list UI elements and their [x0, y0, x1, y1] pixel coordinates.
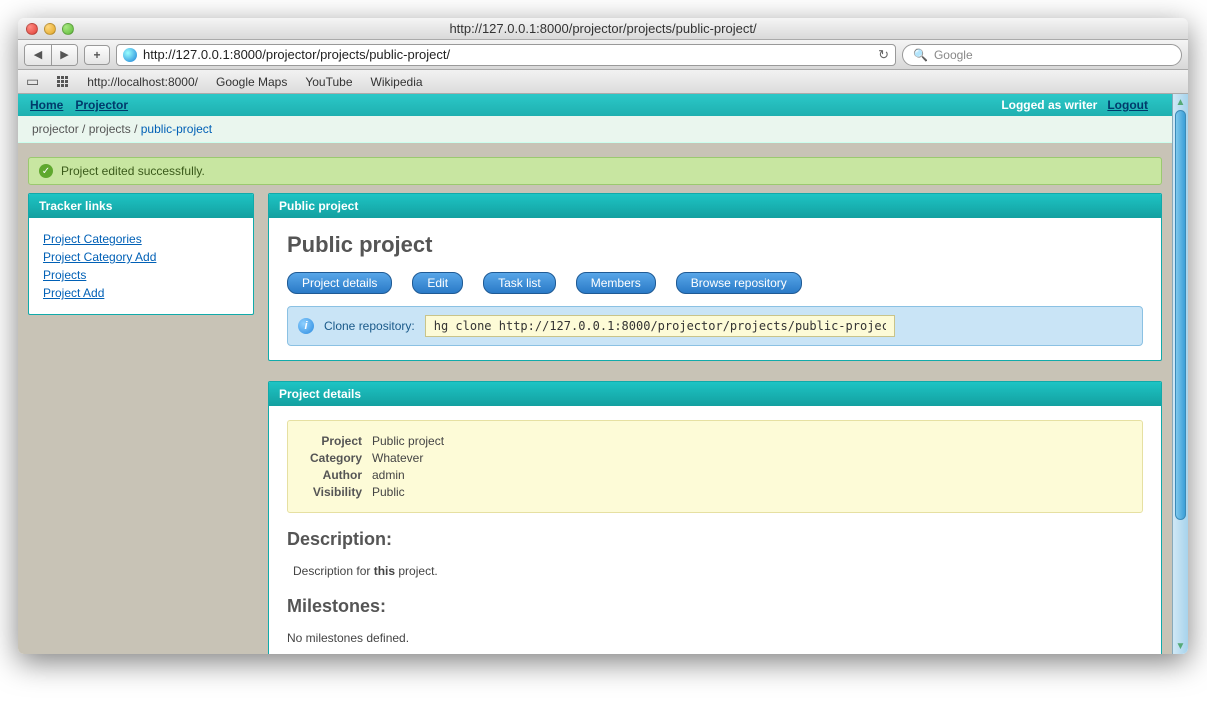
- description-heading: Description:: [287, 529, 1143, 550]
- details-panel-title: Project details: [269, 382, 1161, 406]
- scroll-thumb[interactable]: [1175, 110, 1186, 520]
- action-row: Project details Edit Task list Members B…: [287, 272, 1143, 294]
- page-content: Home Projector Logged as writer Logout p…: [18, 94, 1172, 654]
- breadcrumb: projector / projects / public-project: [18, 116, 1172, 143]
- detail-row: Project Public project: [302, 434, 1128, 448]
- check-icon: ✓: [39, 164, 53, 178]
- logged-as-label: Logged as writer: [1001, 98, 1097, 112]
- sidebar-link[interactable]: Projects: [43, 268, 239, 282]
- globe-icon: [123, 48, 137, 62]
- reload-icon[interactable]: ↻: [878, 47, 889, 63]
- nav-home[interactable]: Home: [30, 98, 63, 112]
- book-icon[interactable]: ▭: [26, 73, 39, 90]
- project-heading: Public project: [287, 232, 1143, 258]
- breadcrumb-current[interactable]: public-project: [141, 122, 212, 136]
- project-panel-title: Public project: [269, 194, 1161, 218]
- bookmark-item[interactable]: Google Maps: [216, 75, 287, 89]
- detail-label: Author: [302, 468, 362, 482]
- sidebar-link[interactable]: Project Category Add: [43, 250, 239, 264]
- breadcrumb-seg: projects: [89, 122, 131, 136]
- project-details-button[interactable]: Project details: [287, 272, 392, 294]
- detail-value: Public project: [372, 434, 444, 448]
- browser-window: http://127.0.0.1:8000/projector/projects…: [18, 18, 1188, 654]
- sidebar-link[interactable]: Project Categories: [43, 232, 239, 246]
- back-button[interactable]: ◀: [25, 45, 51, 65]
- sidebar-link[interactable]: Project Add: [43, 286, 239, 300]
- project-panel: Public project Public project Project de…: [268, 193, 1162, 361]
- clone-label: Clone repository:: [324, 319, 415, 333]
- details-box: Project Public project Category Whatever…: [287, 420, 1143, 513]
- add-bookmark-button[interactable]: +: [84, 45, 110, 65]
- traffic-lights: [26, 23, 74, 35]
- vertical-scrollbar[interactable]: ▲ ▼: [1172, 94, 1188, 654]
- app-topnav: Home Projector Logged as writer Logout: [18, 94, 1172, 116]
- info-icon: i: [298, 318, 314, 334]
- zoom-icon[interactable]: [62, 23, 74, 35]
- detail-label: Project: [302, 434, 362, 448]
- details-panel: Project details Project Public project C…: [268, 381, 1162, 654]
- no-milestones-text: No milestones defined.: [287, 631, 1143, 645]
- detail-value: admin: [372, 468, 405, 482]
- nav-buttons: ◀ ▶: [24, 44, 78, 66]
- bookmark-item[interactable]: YouTube: [305, 75, 352, 89]
- flash-message: ✓ Project edited successfully.: [28, 157, 1162, 185]
- search-icon: 🔍: [913, 48, 928, 62]
- detail-value: Public: [372, 485, 405, 499]
- clone-box: i Clone repository:: [287, 306, 1143, 346]
- milestones-heading: Milestones:: [287, 596, 1143, 617]
- window-title: http://127.0.0.1:8000/projector/projects…: [26, 21, 1180, 36]
- bookmark-item[interactable]: http://localhost:8000/: [87, 75, 198, 89]
- search-placeholder: Google: [934, 48, 973, 62]
- topsites-icon[interactable]: [57, 76, 69, 88]
- close-icon[interactable]: [26, 23, 38, 35]
- titlebar: http://127.0.0.1:8000/projector/projects…: [18, 18, 1188, 40]
- members-button[interactable]: Members: [576, 272, 656, 294]
- minimize-icon[interactable]: [44, 23, 56, 35]
- scroll-down-icon[interactable]: ▼: [1173, 638, 1188, 654]
- url-text: http://127.0.0.1:8000/projector/projects…: [143, 47, 450, 62]
- url-bar[interactable]: http://127.0.0.1:8000/projector/projects…: [116, 44, 896, 66]
- detail-row: Visibility Public: [302, 485, 1128, 499]
- edit-button[interactable]: Edit: [412, 272, 463, 294]
- detail-label: Visibility: [302, 485, 362, 499]
- detail-value: Whatever: [372, 451, 423, 465]
- description-text: Description for this project.: [287, 564, 1143, 578]
- flash-text: Project edited successfully.: [61, 164, 205, 178]
- forward-button[interactable]: ▶: [51, 45, 77, 65]
- browser-toolbar: ◀ ▶ + http://127.0.0.1:8000/projector/pr…: [18, 40, 1188, 70]
- bookmark-item[interactable]: Wikipedia: [371, 75, 423, 89]
- search-bar[interactable]: 🔍 Google: [902, 44, 1182, 66]
- detail-row: Category Whatever: [302, 451, 1128, 465]
- browse-repository-button[interactable]: Browse repository: [676, 272, 802, 294]
- nav-projector[interactable]: Projector: [75, 98, 128, 112]
- bookmarks-bar: ▭ http://localhost:8000/ Google Maps You…: [18, 70, 1188, 94]
- scroll-up-icon[interactable]: ▲: [1173, 94, 1188, 110]
- clone-command-input[interactable]: [425, 315, 895, 337]
- detail-row: Author admin: [302, 468, 1128, 482]
- logout-link[interactable]: Logout: [1107, 98, 1148, 112]
- detail-label: Category: [302, 451, 362, 465]
- breadcrumb-seg: projector: [32, 122, 79, 136]
- task-list-button[interactable]: Task list: [483, 272, 556, 294]
- sidebar-title: Tracker links: [29, 194, 253, 218]
- sidebar-panel: Tracker links Project Categories Project…: [28, 193, 254, 315]
- viewport: Home Projector Logged as writer Logout p…: [18, 94, 1188, 654]
